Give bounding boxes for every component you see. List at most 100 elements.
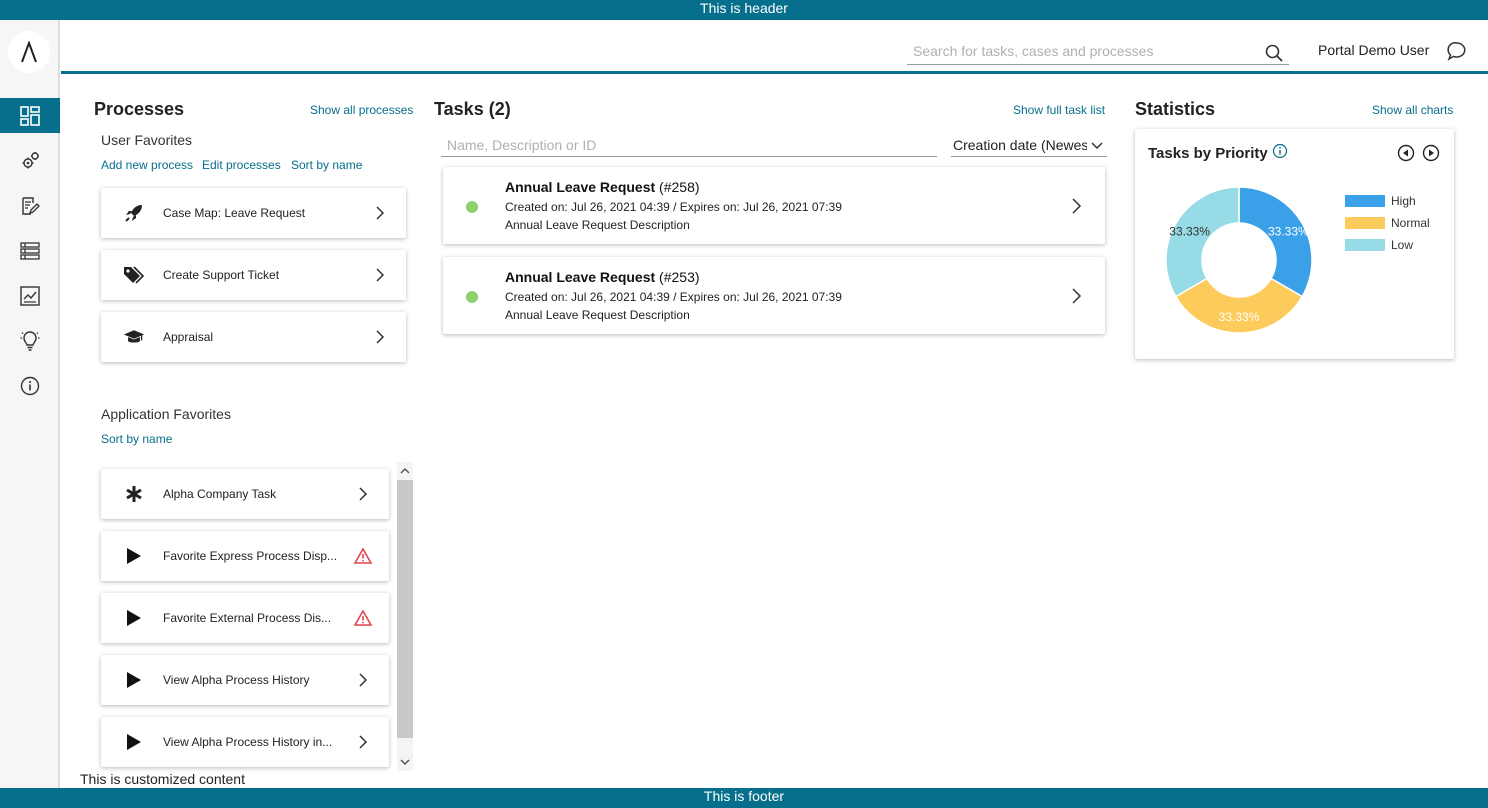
sidebar-item-statistics[interactable] — [0, 278, 60, 313]
sidebar-item-tasks[interactable] — [0, 188, 60, 223]
process-card-appraisal[interactable]: Appraisal — [101, 312, 406, 362]
search-icon — [1265, 44, 1283, 62]
legend-item-high[interactable]: High — [1345, 194, 1416, 208]
task-sort-select[interactable]: Creation date (Newest first) — [951, 135, 1107, 157]
app-logo[interactable] — [8, 31, 50, 73]
tasks-title: Tasks (2) — [434, 99, 511, 119]
process-label: Favorite Express Process Disp... — [163, 549, 338, 563]
donut-slice-label: 33.33% — [1219, 310, 1260, 324]
legend-swatch — [1345, 217, 1385, 229]
scroll-thumb[interactable] — [397, 480, 413, 738]
app-favorites-scrollbar[interactable] — [397, 462, 413, 771]
app-process-card-history[interactable]: View Alpha Process History — [101, 655, 389, 705]
asterisk-icon — [123, 484, 145, 504]
chevron-right-icon — [359, 487, 368, 501]
task-dates: Created on: Jul 26, 2021 04:39 / Expires… — [505, 200, 842, 214]
chat-button[interactable] — [1447, 41, 1467, 61]
tag-icon — [123, 265, 145, 285]
process-card-case-map[interactable]: Case Map: Leave Request — [101, 188, 406, 238]
logo-icon — [21, 41, 37, 63]
task-card[interactable]: Annual Leave Request (#258) Created on: … — [443, 167, 1105, 244]
legend-item-normal[interactable]: Normal — [1345, 216, 1430, 230]
process-card-support-ticket[interactable]: Create Support Ticket — [101, 250, 406, 300]
graduation-cap-icon — [123, 327, 145, 347]
legend-label: Normal — [1391, 216, 1430, 230]
user-favorites-title: User Favorites — [101, 132, 193, 148]
donut-slice-label: 33.33% — [1268, 225, 1309, 239]
show-all-charts-link[interactable]: Show all charts — [1372, 103, 1453, 117]
process-label: View Alpha Process History in... — [163, 735, 333, 749]
chevron-right-icon — [1072, 288, 1082, 304]
edit-processes-link[interactable]: Edit processes — [202, 158, 281, 172]
rocket-icon — [123, 203, 145, 223]
task-description: Annual Leave Request Description — [505, 308, 690, 322]
legend-label: High — [1391, 194, 1416, 208]
process-label: Appraisal — [163, 330, 214, 344]
sidebar-item-dashboard[interactable] — [0, 98, 60, 133]
app-process-card-express[interactable]: Favorite Express Process Disp... — [101, 531, 389, 581]
chevron-down-icon — [1091, 142, 1103, 150]
customized-content: This is customized content — [80, 771, 245, 787]
task-dates: Created on: Jul 26, 2021 04:39 / Expires… — [505, 290, 842, 304]
app-process-card-external[interactable]: Favorite External Process Dis... — [101, 593, 389, 643]
chevron-right-icon — [359, 735, 368, 749]
search-input[interactable] — [913, 41, 1253, 61]
legend-item-low[interactable]: Low — [1345, 238, 1413, 252]
donut-slice-label: 33.33% — [1169, 225, 1210, 239]
donut-slice-low[interactable] — [1165, 186, 1240, 298]
list-icon — [20, 241, 40, 260]
sort-by-name-link[interactable]: Sort by name — [291, 158, 362, 172]
app-process-card-history-in[interactable]: View Alpha Process History in... — [101, 717, 389, 767]
task-name: Annual Leave Request (#253) — [505, 269, 700, 285]
task-status-dot — [466, 291, 478, 303]
scroll-down-icon[interactable] — [399, 756, 411, 768]
task-status-dot — [466, 201, 478, 213]
play-icon — [123, 732, 145, 752]
gears-icon — [22, 151, 39, 168]
statistics-title: Statistics — [1135, 99, 1216, 119]
show-all-processes-link[interactable]: Show all processes — [310, 103, 413, 117]
task-edit-icon — [22, 196, 40, 215]
app-sort-by-name-link[interactable]: Sort by name — [101, 432, 172, 446]
lightbulb-icon — [20, 330, 40, 351]
process-label: Create Support Ticket — [163, 268, 280, 282]
scroll-up-icon[interactable] — [399, 465, 411, 477]
chevron-right-icon — [359, 673, 368, 687]
task-description: Annual Leave Request Description — [505, 218, 690, 232]
info-icon — [20, 376, 40, 395]
user-name[interactable]: Portal Demo User — [1318, 42, 1429, 58]
add-new-process-link[interactable]: Add new process — [101, 158, 193, 172]
process-label: View Alpha Process History — [163, 673, 310, 687]
play-icon — [123, 670, 145, 690]
process-label: Favorite External Process Dis... — [163, 611, 332, 625]
app-process-card-alpha-company[interactable]: Alpha Company Task — [101, 469, 389, 519]
sidebar — [0, 20, 60, 788]
sidebar-item-processes[interactable] — [0, 143, 60, 178]
footer-banner: This is footer — [0, 788, 1488, 808]
sidebar-item-cases[interactable] — [0, 233, 60, 268]
warning-icon — [354, 610, 372, 626]
task-filter-input[interactable] — [441, 135, 937, 155]
task-name: Annual Leave Request (#258) — [505, 179, 700, 195]
chat-icon — [1447, 42, 1466, 61]
sidebar-item-about[interactable] — [0, 368, 60, 403]
application-favorites-title: Application Favorites — [101, 406, 231, 422]
legend-swatch — [1345, 195, 1385, 207]
global-search — [907, 40, 1289, 65]
donut-slice-high[interactable] — [1238, 186, 1313, 298]
play-icon — [123, 546, 145, 566]
chevron-right-icon — [376, 330, 385, 344]
search-button[interactable] — [1263, 42, 1285, 64]
legend-swatch — [1345, 239, 1385, 251]
tasks-by-priority-card: Tasks by Priority 33.33% 33.33% 33.33% Hig… — [1135, 129, 1454, 359]
topbar: Portal Demo User — [61, 20, 1488, 74]
chevron-right-icon — [376, 268, 385, 282]
show-full-task-list-link[interactable]: Show full task list — [1013, 103, 1105, 117]
process-label: Alpha Company Task — [163, 487, 277, 501]
task-card[interactable]: Annual Leave Request (#253) Created on: … — [443, 257, 1105, 334]
donut-slice-normal[interactable] — [1174, 277, 1304, 334]
sidebar-item-ideas[interactable] — [0, 323, 60, 358]
play-icon — [123, 608, 145, 628]
task-filter — [441, 135, 937, 157]
chevron-right-icon — [376, 206, 385, 220]
